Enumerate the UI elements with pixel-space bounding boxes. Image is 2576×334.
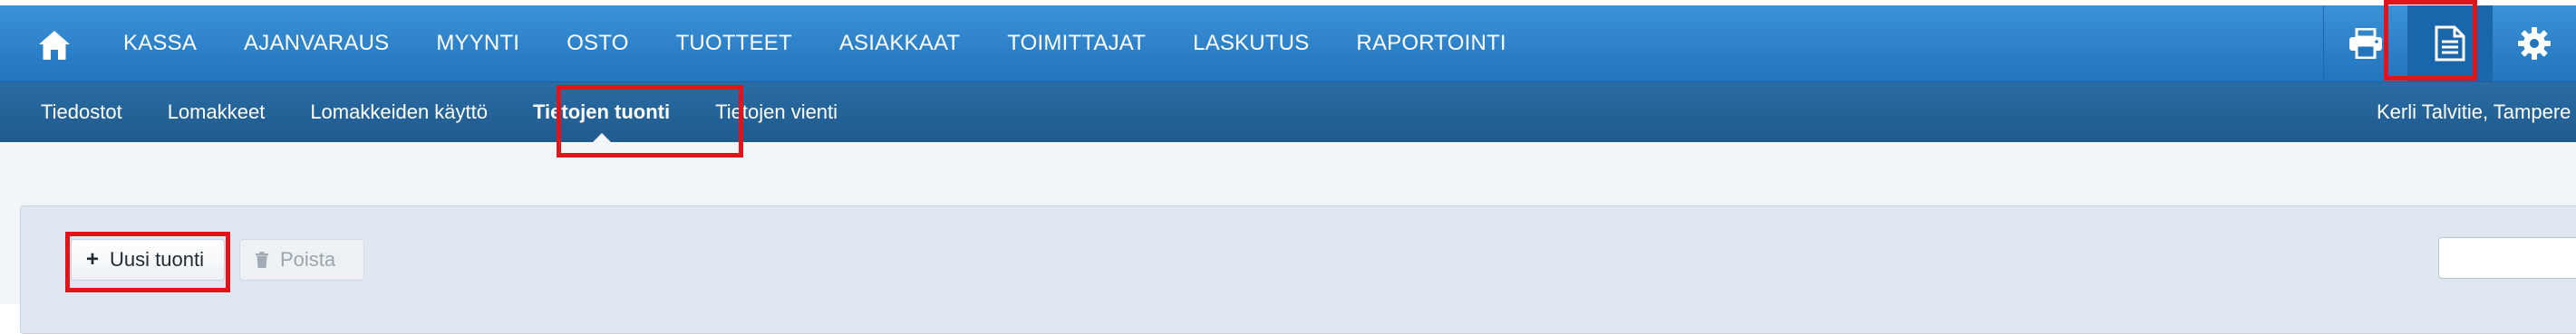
toolbar-panel [20,205,2576,334]
nav-item-ajanvaraus[interactable]: AJANVARAUS [220,5,412,81]
user-info[interactable]: Kerli Talvitie, Tampere [2377,82,2571,142]
nav-item-laskutus[interactable]: LASKUTUS [1169,5,1332,81]
nav-item-myynti[interactable]: MYYNTI [412,5,543,81]
subnav-item-lomakkeiden-kaytto[interactable]: Lomakkeiden käyttö [287,82,510,142]
nav-item-osto[interactable]: OSTO [543,5,652,81]
home-icon [39,31,70,60]
sub-navigation: Tiedostot Lomakkeet Lomakkeiden käyttö T… [0,82,2576,142]
gear-icon [2518,27,2551,60]
plus-icon: + [86,247,100,272]
printer-icon [2349,28,2382,59]
search-input[interactable] [2438,237,2576,279]
subnav-item-tiedostot[interactable]: Tiedostot [18,82,145,142]
sub-menu: Tiedostot Lomakkeet Lomakkeiden käyttö T… [18,82,860,142]
nav-item-toimittajat[interactable]: TOIMITTAJAT [983,5,1169,81]
print-button[interactable] [2323,5,2407,81]
nav-item-kassa[interactable]: KASSA [100,5,220,81]
nav-item-raportointi[interactable]: RAPORTOINTI [1332,5,1529,81]
main-menu: KASSA AJANVARAUS MYYNTI OSTO TUOTTEET AS… [100,5,1530,81]
new-import-button[interactable]: + Uusi tuonti [71,239,225,281]
documents-button[interactable] [2407,5,2492,81]
settings-button[interactable] [2492,5,2576,81]
subnav-item-lomakkeet[interactable]: Lomakkeet [145,82,288,142]
nav-item-tuotteet[interactable]: TUOTTEET [653,5,816,81]
trash-icon [256,252,268,268]
subnav-item-tietojen-tuonti[interactable]: Tietojen tuonti [510,82,692,142]
nav-item-asiakkaat[interactable]: ASIAKKAAT [816,5,983,81]
home-button[interactable] [31,22,78,69]
subnav-item-tietojen-vienti[interactable]: Tietojen vienti [692,82,860,142]
toolbar-icons [2323,5,2576,81]
delete-label: Poista [280,248,336,271]
main-navigation: KASSA AJANVARAUS MYYNTI OSTO TUOTTEET AS… [0,5,2576,82]
delete-button[interactable]: Poista [239,239,364,281]
new-import-label: Uusi tuonti [110,248,204,271]
document-icon [2435,25,2465,62]
